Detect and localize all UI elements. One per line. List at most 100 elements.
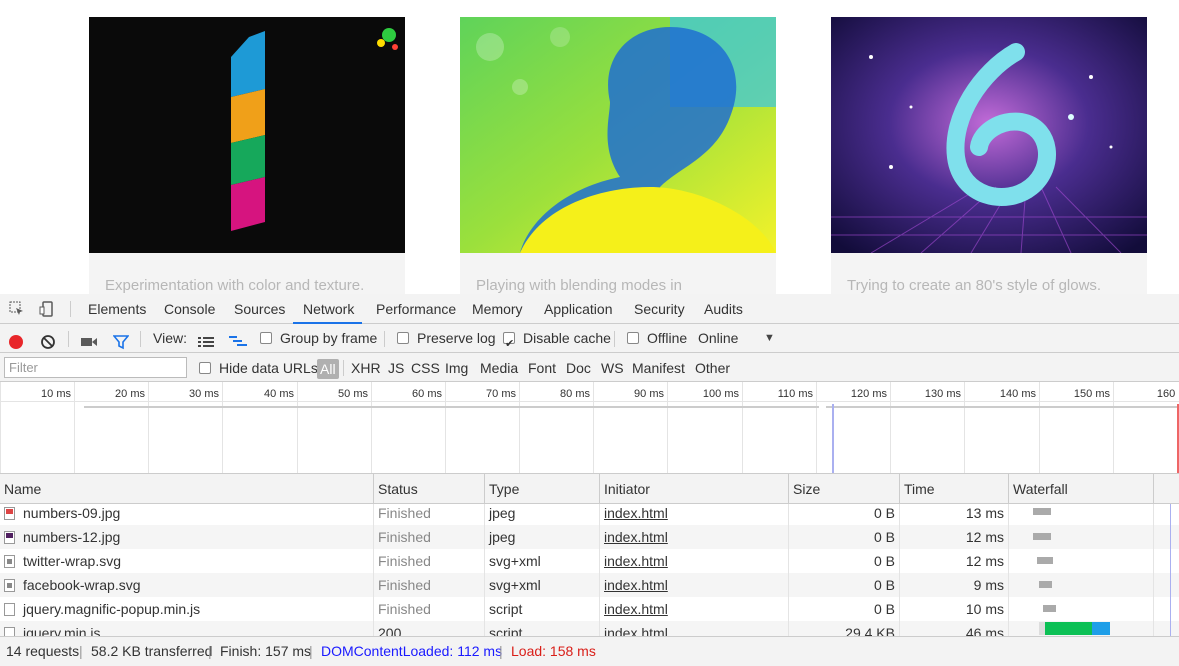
table-row[interactable]: jquery.min.js 200 script index.html 29.4… [0,621,1179,636]
filter-input[interactable] [4,357,187,378]
waterfall-cell [1009,573,1154,597]
filter-type-xhr[interactable]: XHR [351,353,381,382]
table-row[interactable]: facebook-wrap.svg Finished svg+xml index… [0,573,1179,597]
waterfall-download-bar [1092,622,1110,635]
checkbox-icon[interactable] [260,332,272,344]
checkbox-icon[interactable] [627,332,639,344]
filter-type-img[interactable]: Img [445,353,468,382]
card-image[interactable] [831,17,1147,253]
table-row[interactable]: jquery.magnific-popup.min.js Finished sc… [0,597,1179,621]
initiator-link[interactable]: index.html [600,573,789,597]
gallery-card[interactable]: Experimentation with color and texture. [89,17,405,294]
request-name: jquery.min.js [23,625,101,636]
name-cell[interactable]: facebook-wrap.svg [0,573,374,597]
filter-type-all[interactable]: All [317,359,339,379]
checkbox-icon[interactable] [397,332,409,344]
column-header-initiator[interactable]: Initiator [600,474,789,504]
device-toolbar-icon[interactable] [38,301,56,317]
large-rows-icon[interactable] [197,331,215,347]
column-header-name[interactable]: Name [0,474,374,504]
disable-cache-checkbox[interactable]: Disable cache [503,324,611,359]
toolbar-separator [384,331,385,347]
filter-type-media[interactable]: Media [480,353,518,382]
gallery-card[interactable]: Trying to create an 80's style of glows. [831,17,1147,294]
status-separator: | [208,643,212,659]
time-cell: 10 ms [900,597,1009,621]
tab-network[interactable]: Network [293,294,363,324]
tab-sources[interactable]: Sources [234,294,285,324]
offline-checkbox[interactable]: Offline [627,324,687,353]
tab-security[interactable]: Security [634,294,685,324]
card-image[interactable] [89,17,405,253]
filter-type-css[interactable]: CSS [411,353,440,382]
request-name: numbers-09.jpg [23,505,121,521]
tab-console[interactable]: Console [164,294,215,324]
column-header-size[interactable]: Size [789,474,900,504]
waterfall-wait-bar [1045,622,1092,635]
filter-type-js[interactable]: JS [388,353,404,382]
type-cell: script [485,621,600,636]
card-image[interactable] [460,17,776,253]
tab-elements[interactable]: Elements [88,294,146,324]
name-cell[interactable]: numbers-12.jpg [0,525,374,549]
network-overview[interactable]: 10 ms 20 ms 30 ms 40 ms 50 ms 60 ms 70 m… [0,382,1179,474]
tab-memory[interactable]: Memory [472,294,523,324]
status-cell: Finished [374,504,485,525]
tab-performance[interactable]: Performance [376,294,456,324]
initiator-link[interactable]: index.html [600,549,789,573]
hide-data-urls-checkbox[interactable]: Hide data URLs [199,353,318,382]
tab-audits[interactable]: Audits [704,294,743,324]
filter-type-doc[interactable]: Doc [566,353,591,382]
waterfall-cell [1009,549,1154,573]
name-cell[interactable]: jquery.min.js [0,621,374,636]
overview-waterfall-icon[interactable] [228,331,248,347]
status-cell: 200 [374,621,485,636]
image-icon [4,531,15,544]
filter-type-font[interactable]: Font [528,353,556,382]
filter-type-other[interactable]: Other [695,353,730,382]
tab-application[interactable]: Application [544,294,613,324]
table-row[interactable]: numbers-09.jpg Finished jpeg index.html … [0,504,1179,525]
throttling-value: Online [698,330,739,346]
gallery-card[interactable]: Playing with blending modes in [460,17,776,294]
file-icon [4,603,15,616]
group-by-frame-checkbox[interactable]: Group by frame [260,324,377,353]
column-header-waterfall[interactable]: Waterfall [1009,474,1154,504]
screenshot-camera-icon[interactable] [80,331,98,347]
group-by-frame-label: Group by frame [280,330,378,346]
filter-type-ws[interactable]: WS [601,353,624,382]
waterfall-cell [1009,504,1154,525]
initiator-link[interactable]: index.html [600,621,789,636]
column-header-status[interactable]: Status [374,474,485,504]
image-icon [4,507,15,520]
name-cell[interactable]: jquery.magnific-popup.min.js [0,597,374,621]
inspect-element-icon[interactable] [8,301,26,317]
column-header-type[interactable]: Type [485,474,600,504]
filter-funnel-icon[interactable] [112,331,130,350]
initiator-link[interactable]: index.html [600,597,789,621]
table-row[interactable]: twitter-wrap.svg Finished svg+xml index.… [0,549,1179,573]
name-cell[interactable]: twitter-wrap.svg [0,549,374,573]
initiator-link[interactable]: index.html [600,525,789,549]
checkbox-icon[interactable] [199,362,211,374]
status-separator: | [499,643,503,659]
filter-type-manifest[interactable]: Manifest [632,353,685,382]
overview-tick: 100 ms [667,382,742,473]
type-cell: jpeg [485,504,600,525]
name-cell[interactable]: numbers-09.jpg [0,504,374,525]
overview-tick: 130 ms [890,382,964,473]
clear-icon[interactable] [40,331,56,349]
load-time: Load: 158 ms [511,643,596,659]
time-cell: 46 ms [900,621,1009,636]
toolbar-separator [68,331,69,347]
throttling-select[interactable]: Online ▼ [698,324,782,353]
table-row[interactable]: numbers-12.jpg Finished jpeg index.html … [0,525,1179,549]
column-header-time[interactable]: Time [900,474,1009,504]
record-icon[interactable] [8,331,24,349]
initiator-link[interactable]: index.html [600,504,789,525]
toolbar-separator [614,331,615,347]
checkbox-checked-icon[interactable] [503,330,515,359]
hide-data-urls-label: Hide data URLs [219,360,318,376]
waterfall-bar [1039,581,1052,588]
preserve-log-checkbox[interactable]: Preserve log [397,324,496,353]
